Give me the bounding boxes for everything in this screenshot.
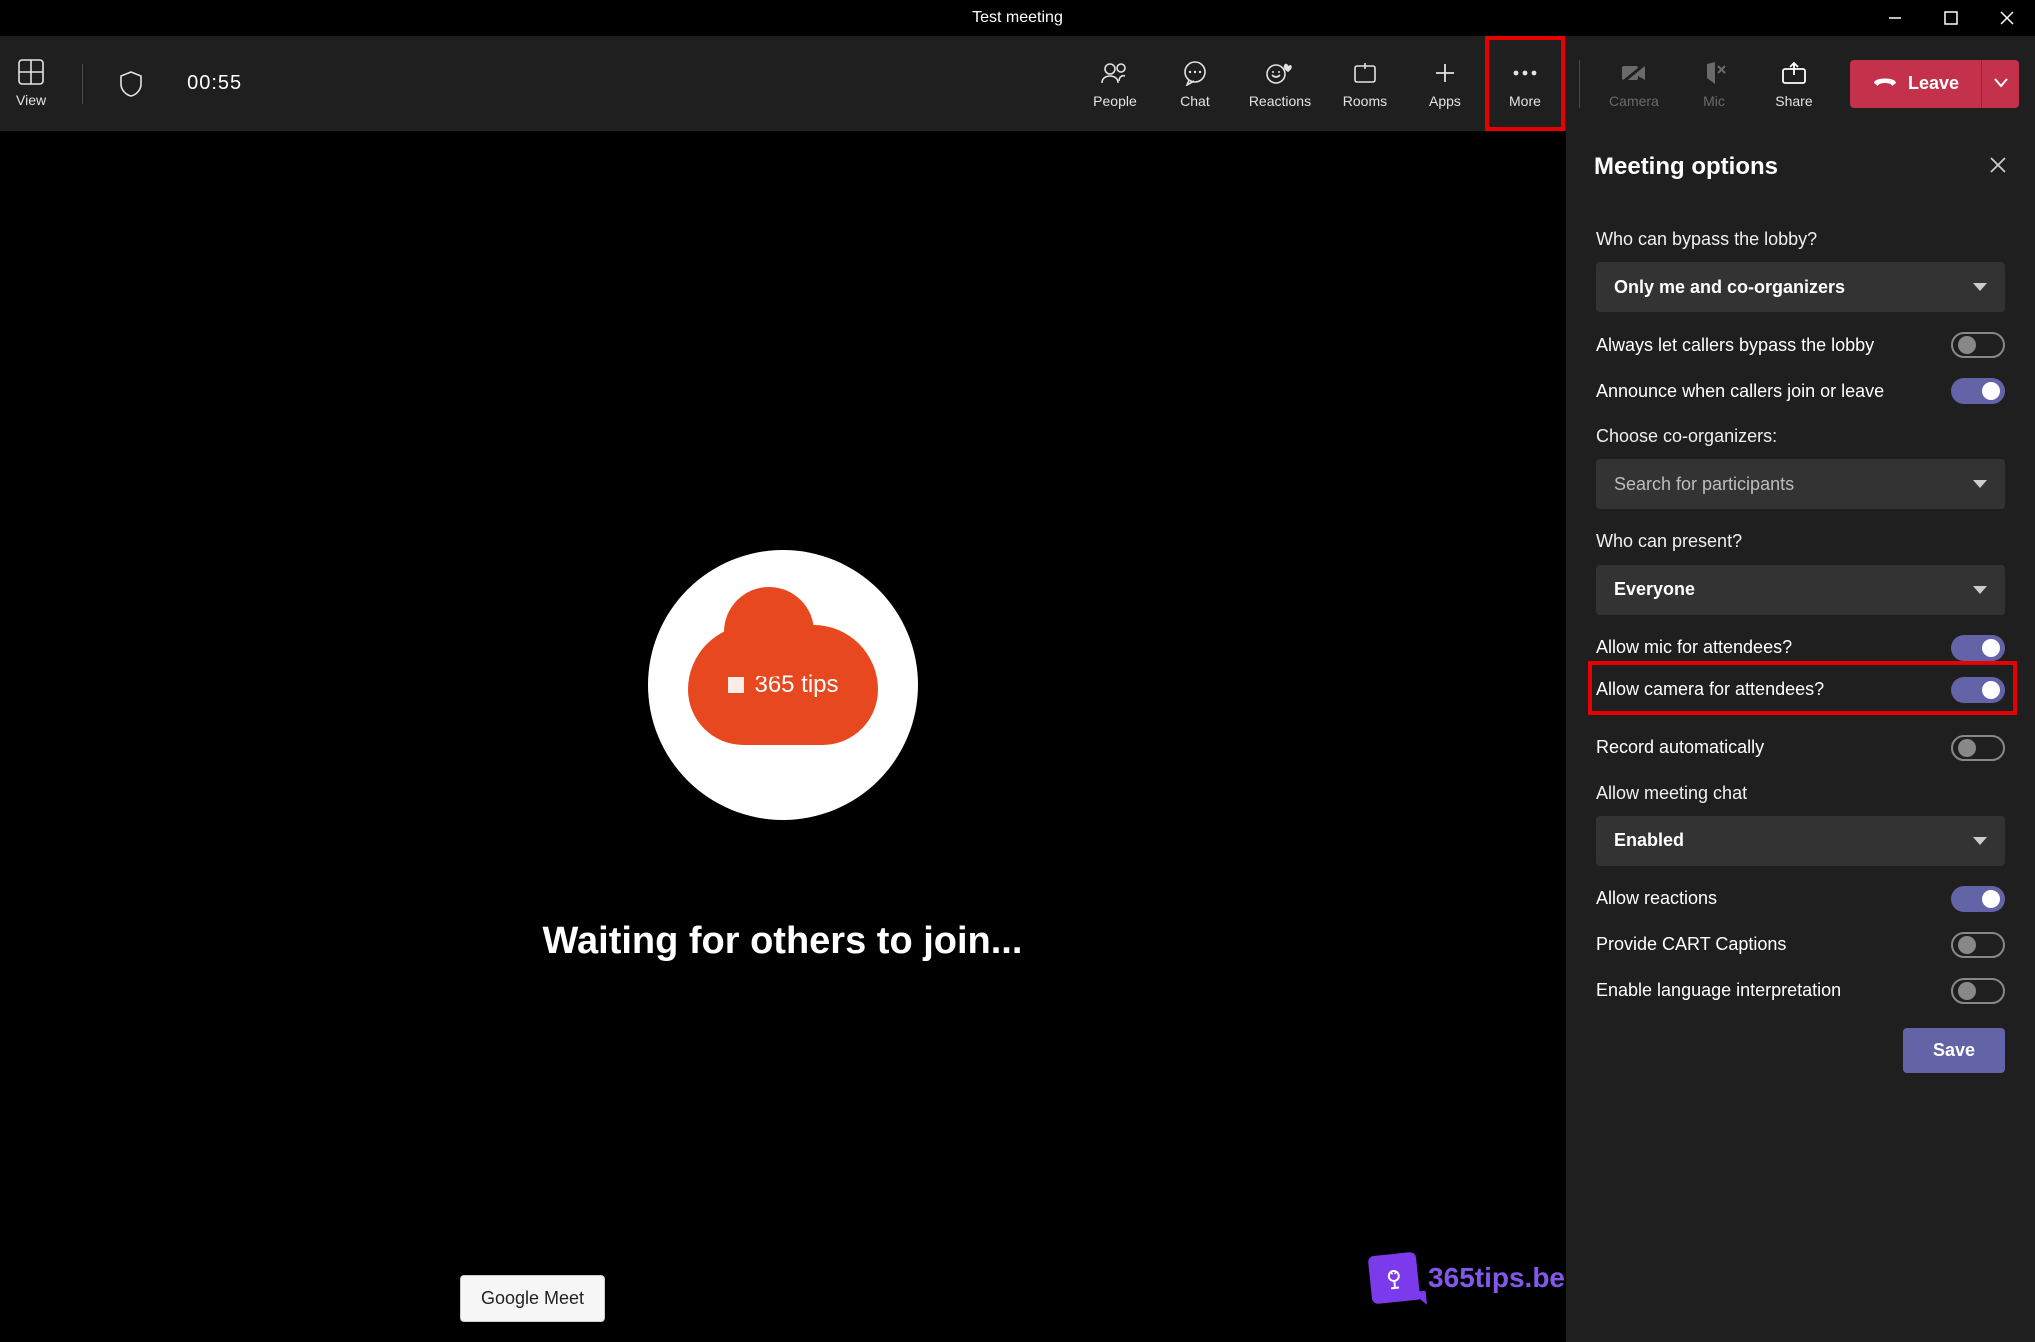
reactions-label: Reactions (1249, 93, 1311, 109)
announce-label: Announce when callers join or leave (1596, 379, 1884, 404)
avatar-logo: 365 tips (688, 625, 878, 745)
more-label: More (1509, 93, 1541, 109)
callers-bypass-label: Always let callers bypass the lobby (1596, 333, 1874, 358)
avatar-text: 365 tips (754, 671, 838, 699)
present-value: Everyone (1614, 579, 1695, 600)
rooms-icon (1353, 59, 1377, 87)
close-panel-button[interactable] (1989, 156, 2007, 179)
meeting-stage: 365 tips Waiting for others to join... G… (0, 131, 1565, 1342)
lobby-label: Who can bypass the lobby? (1596, 227, 2005, 252)
coorganizers-search[interactable]: Search for participants (1596, 459, 2005, 509)
allow-camera-toggle[interactable] (1951, 677, 2005, 703)
rooms-label: Rooms (1343, 93, 1387, 109)
announce-toggle[interactable] (1951, 378, 2005, 404)
reactions-button[interactable]: Reactions (1235, 36, 1325, 131)
allow-reactions-toggle[interactable] (1951, 886, 2005, 912)
toolbar-separator (1579, 60, 1580, 108)
language-interpretation-toggle[interactable] (1951, 978, 2005, 1004)
share-button[interactable]: Share (1754, 36, 1834, 131)
share-label: Share (1775, 93, 1812, 109)
cart-captions-toggle[interactable] (1951, 932, 2005, 958)
toolbar-tools: People Chat Reactions Rooms Apps More Ca… (1075, 36, 1834, 131)
chat-label: Chat (1180, 93, 1210, 109)
close-icon (1989, 156, 2007, 174)
allow-camera-label: Allow camera for attendees? (1596, 677, 1824, 702)
chevron-down-icon (1973, 283, 1987, 291)
allow-mic-label: Allow mic for attendees? (1596, 635, 1792, 660)
title-bar: Test meeting (0, 0, 2035, 36)
allow-camera-highlight: Allow camera for attendees? (1588, 661, 2017, 715)
reactions-icon (1266, 59, 1294, 87)
present-label: Who can present? (1596, 529, 2005, 554)
mic-label: Mic (1703, 93, 1725, 109)
people-button[interactable]: People (1075, 36, 1155, 131)
lobby-select[interactable]: Only me and co-organizers (1596, 262, 2005, 312)
view-label: View (16, 92, 46, 108)
meeting-timer: 00:55 (187, 72, 242, 95)
hangup-icon (1872, 73, 1898, 94)
allow-mic-toggle[interactable] (1951, 635, 2005, 661)
leave-label: Leave (1908, 73, 1959, 94)
mic-button[interactable]: Mic (1674, 36, 1754, 131)
toolbar-separator (82, 64, 83, 104)
apps-button[interactable]: Apps (1405, 36, 1485, 131)
camera-button[interactable]: Camera (1594, 36, 1674, 131)
window-controls (1867, 0, 2035, 36)
mic-off-icon (1701, 59, 1727, 87)
people-icon (1100, 59, 1130, 87)
apps-label: Apps (1429, 93, 1461, 109)
chat-icon (1182, 59, 1208, 87)
camera-off-icon (1620, 59, 1648, 87)
google-meet-pill[interactable]: Google Meet (460, 1275, 605, 1322)
chevron-down-icon (1973, 480, 1987, 488)
participant-avatar: 365 tips (648, 550, 918, 820)
watermark: 365tips.be (1370, 1254, 1565, 1302)
apps-icon (1433, 59, 1457, 87)
record-auto-label: Record automatically (1596, 735, 1764, 760)
callers-bypass-toggle[interactable] (1951, 332, 2005, 358)
lobby-value: Only me and co-organizers (1614, 277, 1845, 298)
window-title: Test meeting (972, 9, 1063, 27)
minimize-button[interactable] (1867, 0, 1923, 36)
watermark-text: 365tips.be (1428, 1262, 1565, 1294)
grid-icon (18, 59, 44, 88)
rooms-button[interactable]: Rooms (1325, 36, 1405, 131)
waiting-message: Waiting for others to join... (543, 920, 1023, 963)
ellipsis-icon (1512, 59, 1538, 87)
chat-label: Allow meeting chat (1596, 781, 2005, 806)
record-auto-toggle[interactable] (1951, 735, 2005, 761)
panel-title: Meeting options (1594, 153, 1778, 181)
chat-value: Enabled (1614, 830, 1684, 851)
allow-reactions-label: Allow reactions (1596, 886, 1717, 911)
leave-control: Leave (1850, 60, 2019, 108)
shield-icon[interactable] (119, 70, 143, 98)
leave-button[interactable]: Leave (1850, 60, 1981, 108)
maximize-button[interactable] (1923, 0, 1979, 36)
present-select[interactable]: Everyone (1596, 565, 2005, 615)
cart-captions-label: Provide CART Captions (1596, 932, 1786, 957)
chevron-down-icon (1973, 586, 1987, 594)
meeting-options-panel: Meeting options Who can bypass the lobby… (1565, 131, 2035, 1342)
chevron-down-icon (1973, 837, 1987, 845)
people-label: People (1093, 93, 1137, 109)
chevron-down-icon (1994, 75, 2008, 93)
close-window-button[interactable] (1979, 0, 2035, 36)
coorganizers-label: Choose co-organizers: (1596, 424, 2005, 449)
view-button[interactable]: View (16, 59, 46, 108)
share-icon (1781, 59, 1807, 87)
leave-dropdown[interactable] (1981, 60, 2019, 108)
office-icon (726, 675, 746, 695)
camera-label: Camera (1609, 93, 1659, 109)
chat-button[interactable]: Chat (1155, 36, 1235, 131)
save-button[interactable]: Save (1903, 1028, 2005, 1073)
chat-select[interactable]: Enabled (1596, 816, 2005, 866)
watermark-icon (1368, 1252, 1421, 1305)
language-interpretation-label: Enable language interpretation (1596, 978, 1841, 1003)
more-button[interactable]: More (1485, 36, 1565, 131)
meeting-toolbar: View 00:55 People Chat Reactions Rooms A… (0, 36, 2035, 131)
coorganizers-placeholder: Search for participants (1614, 474, 1794, 495)
